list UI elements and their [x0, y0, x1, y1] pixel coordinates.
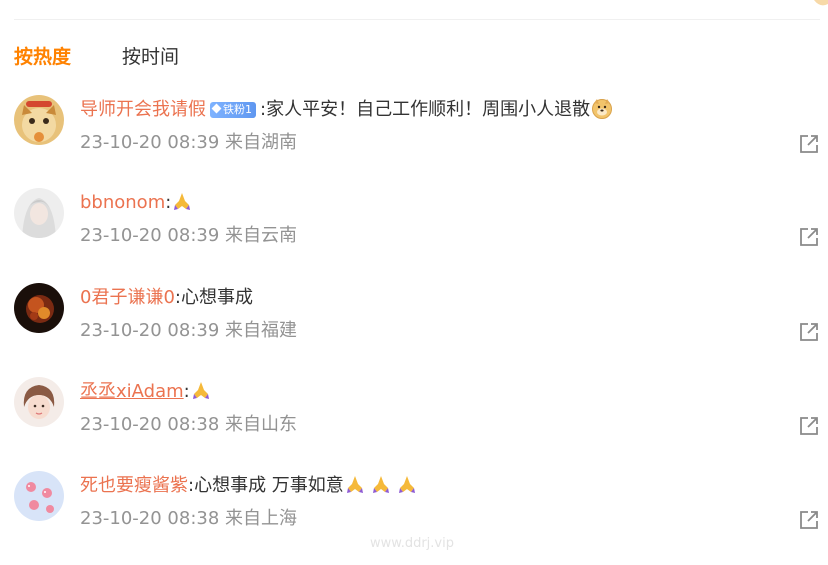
- pray-emoji-icon: [346, 476, 363, 493]
- doge-emoji-icon: [592, 99, 613, 119]
- comment-location: 来自云南: [225, 225, 298, 246]
- share-icon[interactable]: [798, 415, 820, 437]
- comment-text: :: [183, 381, 190, 402]
- username-link[interactable]: 0君子谦谦0: [80, 287, 175, 308]
- comment-item: 丞丞xiAdam: 23-10-20 08:38 来自山东: [14, 377, 820, 457]
- username-link[interactable]: 导师开会我请假: [80, 99, 206, 120]
- comment-time: 23-10-20 08:39: [80, 225, 220, 246]
- comment-item: bbnonom: 23-10-20 08:39 来自云南: [14, 188, 820, 268]
- share-icon[interactable]: [798, 321, 820, 343]
- watermark: www.ddrj.vip: [370, 536, 454, 551]
- comment-line: 死也要瘦酱紫:心想事成 万事如意: [80, 473, 417, 499]
- comment-location: 来自湖南: [225, 132, 298, 153]
- comment-time: 23-10-20 08:39: [80, 132, 220, 153]
- fan-badge-label: 铁粉1: [223, 103, 252, 116]
- share-icon[interactable]: [798, 509, 820, 531]
- avatar[interactable]: [14, 377, 64, 427]
- diamond-icon: [211, 103, 222, 114]
- share-icon[interactable]: [798, 133, 820, 155]
- comment-meta: 23-10-20 08:39 来自福建: [80, 319, 297, 343]
- fan-badge[interactable]: 铁粉1: [210, 102, 256, 118]
- comment-line: 丞丞xiAdam:: [80, 379, 211, 405]
- comment-text: :心想事成: [174, 287, 253, 308]
- comment-location: 来自山东: [225, 414, 298, 435]
- pray-emoji-icon: [398, 476, 415, 493]
- avatar[interactable]: [14, 188, 64, 238]
- comment-location: 来自福建: [225, 320, 298, 341]
- comment-meta: 23-10-20 08:39 来自云南: [80, 224, 297, 248]
- comment-meta: 23-10-20 08:39 来自湖南: [80, 131, 297, 155]
- pray-emoji-icon: [174, 193, 191, 210]
- corner-decoration-icon: [814, 0, 828, 6]
- comment-time: 23-10-20 08:38: [80, 508, 220, 529]
- comment-item: 0君子谦谦0:心想事成 23-10-20 08:39 来自福建: [14, 283, 820, 363]
- tab-sort-by-hot[interactable]: 按热度: [14, 42, 71, 69]
- username-link[interactable]: bbnonom: [80, 192, 165, 213]
- comment-time: 23-10-20 08:38: [80, 414, 220, 435]
- comment-meta: 23-10-20 08:38 来自上海: [80, 507, 297, 531]
- username-link[interactable]: 丞丞xiAdam: [80, 381, 184, 402]
- comment-text: :: [165, 192, 172, 213]
- avatar[interactable]: [14, 471, 64, 521]
- comment-meta: 23-10-20 08:38 来自山东: [80, 413, 297, 437]
- comment-text: :心想事成 万事如意: [188, 475, 344, 496]
- pray-emoji-icon: [192, 382, 209, 399]
- tab-sort-by-time[interactable]: 按时间: [122, 42, 179, 69]
- top-divider: [14, 19, 820, 20]
- comment-line: 0君子谦谦0:心想事成: [80, 285, 253, 311]
- share-icon[interactable]: [798, 226, 820, 248]
- pray-emoji-icon: [372, 476, 389, 493]
- comment-time: 23-10-20 08:39: [80, 320, 220, 341]
- comment-item: 导师开会我请假 铁粉1 :家人平安！自己工作顺利！周围小人退散 23-10-20 0…: [14, 95, 820, 175]
- comment-line: bbnonom:: [80, 190, 192, 216]
- avatar[interactable]: [14, 95, 64, 145]
- username-link[interactable]: 死也要瘦酱紫: [80, 475, 188, 496]
- comment-line: 导师开会我请假 铁粉1 :家人平安！自己工作顺利！周围小人退散: [80, 97, 613, 123]
- comment-location: 来自上海: [225, 508, 298, 529]
- avatar[interactable]: [14, 283, 64, 333]
- comment-text: :家人平安！自己工作顺利！周围小人退散: [260, 99, 591, 120]
